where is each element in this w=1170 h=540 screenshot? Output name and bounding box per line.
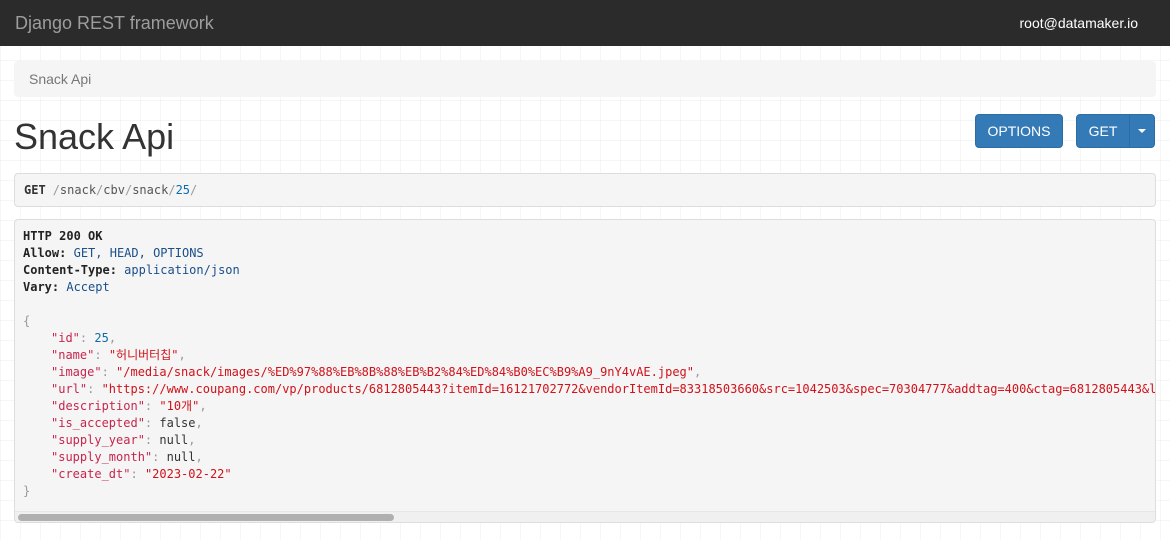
json-key: "url" <box>51 382 88 396</box>
json-key: "image" <box>51 365 102 379</box>
chevron-down-icon <box>1138 129 1146 133</box>
breadcrumb: Snack Api <box>14 61 1156 97</box>
json-value: false <box>159 416 196 430</box>
header-value: Accept <box>66 280 110 294</box>
path-segment-id: 25 <box>175 183 191 197</box>
request-info: GET /snack/cbv/snack/25/ <box>14 173 1156 207</box>
header-key: Content-Type: <box>23 263 117 277</box>
get-format-dropdown-toggle[interactable] <box>1129 114 1155 148</box>
json-value: "10개" <box>159 399 200 413</box>
path-segment: snack <box>132 183 169 197</box>
breadcrumb-item[interactable]: Snack Api <box>29 71 91 87</box>
page-title: Snack Api <box>14 116 175 157</box>
request-method: GET <box>24 183 46 197</box>
json-key: "create_dt" <box>51 467 131 481</box>
json-open-brace: { <box>23 314 31 328</box>
json-value: "2023-02-22" <box>144 467 232 481</box>
request-path: /snack/cbv/snack/25/ <box>52 183 198 197</box>
brand-link[interactable]: Django REST framework <box>15 13 214 34</box>
json-value: null <box>166 450 196 464</box>
json-key: "is_accepted" <box>51 416 145 430</box>
json-value: null <box>159 433 189 447</box>
header-key: Allow: <box>23 246 67 260</box>
json-key: "id" <box>51 331 80 345</box>
json-key: "supply_year" <box>51 433 145 447</box>
json-value: 25 <box>94 331 109 345</box>
json-close-brace: } <box>23 484 31 498</box>
user-menu[interactable]: root@datamaker.io <box>1020 15 1139 31</box>
scrollbar-thumb[interactable] <box>18 514 394 521</box>
header-value: application/json <box>124 263 240 277</box>
json-key: "supply_month" <box>51 450 153 464</box>
header-key: Vary: <box>23 280 60 294</box>
navbar: Django REST framework root@datamaker.io <box>0 0 1170 46</box>
json-key: "name" <box>51 348 95 362</box>
json-value-link[interactable]: "/media/snack/images/%ED%97%88%EB%8B%88%… <box>116 365 694 379</box>
options-button[interactable]: OPTIONS <box>975 114 1063 148</box>
path-segment: cbv <box>103 183 125 197</box>
header-value: GET, HEAD, OPTIONS <box>73 246 204 260</box>
horizontal-scrollbar[interactable] <box>15 511 1155 522</box>
get-button[interactable]: GET <box>1076 114 1130 148</box>
json-value-link[interactable]: "https://www.coupang.com/vp/products/681… <box>102 382 1155 396</box>
json-value: "허니버터칩" <box>108 348 179 362</box>
page-header: Snack Api OPTIONS GET <box>14 97 1156 173</box>
path-segment: snack <box>59 183 97 197</box>
response-body[interactable]: HTTP 200 OK Allow: GET, HEAD, OPTIONS Co… <box>14 219 1156 523</box>
json-key: "description" <box>51 399 145 413</box>
response-status: HTTP 200 OK <box>23 229 103 243</box>
